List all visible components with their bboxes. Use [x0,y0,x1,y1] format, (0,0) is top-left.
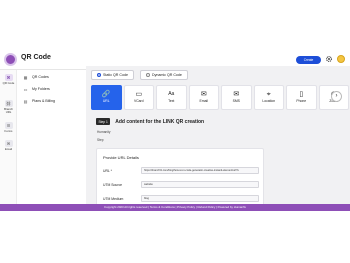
card-title: Provide URL Details [103,155,139,160]
qr-icon: ⌘ [4,74,13,81]
type-label: Text [168,99,175,103]
type-label: Email [199,99,208,103]
app-logo[interactable] [4,53,17,66]
url-details-card: Provide URL Details URL * https://branch… [96,148,264,211]
phone-icon: ▯ [299,91,304,98]
rail-item-qr-code[interactable]: ⌘ QR Code [1,74,16,85]
forms-icon: ☰ [4,122,13,129]
icon-rail: ⌘ QR Code ⛓ Branch URL ☰ Forms ✉ Email [0,70,17,211]
type-label: Phone [296,99,307,103]
step-header: Step 1 Add content for the LINK QR creat… [96,118,204,125]
sidebar-item-label: Plans & Billing [32,99,55,103]
type-vcard[interactable]: ▭ VCard [123,85,154,110]
rail-item-label: QR Code [2,81,15,85]
grid-icon: ▦ [23,74,28,80]
type-email[interactable]: ✉ Email [188,85,219,110]
rail-item-label: Branch URL [4,107,13,115]
page-title: QR Code [21,54,51,61]
email-icon: ✉ [4,140,13,147]
rail-item-label: Email [5,147,12,151]
utm-source-input[interactable]: website [141,181,259,188]
sidebar-item-plans-billing[interactable]: ▤ Plans & Billing [23,97,55,105]
rail-item-branch-url[interactable]: ⛓ Branch URL [1,100,16,114]
breadcrumb-step[interactable]: Step [97,138,104,142]
chevron-right-icon[interactable]: › [331,91,342,102]
folder-icon: ▭ [23,86,28,92]
rail-item-email[interactable]: ✉ Email [1,140,16,151]
step-title: Add content for the LINK QR creation [115,118,205,125]
utm-medium-input[interactable]: blog [141,195,259,202]
dynamic-qr-option[interactable]: Dynamic QR Code [139,70,188,80]
rail-item-label: Forms [4,129,13,133]
gear-icon[interactable] [325,55,333,63]
type-text[interactable]: Aa Text [156,85,187,110]
main-panel: Static QR Code Dynamic QR Code 🔗 URL ▭ V… [86,66,350,211]
type-location[interactable]: ⌖ Location [253,85,284,110]
type-label: URL [102,99,110,103]
option-label: Dynamic QR Code [151,73,182,77]
option-label: Static QR Code [103,73,128,77]
type-label: Location [262,99,276,103]
type-label: SMS [232,99,240,103]
sms-icon: ✉ [233,91,240,98]
utm-source-label: UTM Source [103,183,123,187]
url-label: URL * [103,169,112,173]
card-icon: ▤ [23,98,28,104]
sidebar-item-label: My Folders [32,87,50,91]
rail-item-forms[interactable]: ☰ Forms [1,122,16,133]
utm-medium-label: UTM Medium [103,197,124,201]
sidebar: ▦ QR Codes ▭ My Folders ▤ Plans & Billin… [18,70,84,211]
contact-card-icon: ▭ [135,91,143,98]
type-phone[interactable]: ▯ Phone [286,85,317,110]
url-input[interactable]: https://branch%.com/blog/how-to-in-code-… [141,167,259,174]
location-pin-icon: ⌖ [266,91,271,98]
breadcrumb-humanity[interactable]: Humanity [97,130,110,134]
content-type-list: 🔗 URL ▭ VCard Aa Text ✉ Email ✉ SMS ⌖ Lo… [91,85,349,110]
create-button[interactable]: Create [296,56,321,64]
static-qr-option[interactable]: Static QR Code [91,70,134,80]
step-badge: Step 1 [96,118,111,125]
sidebar-item-my-folders[interactable]: ▭ My Folders [23,85,50,93]
sidebar-item-label: QR Codes [32,75,49,79]
link-icon: 🔗 [101,91,111,98]
type-sms[interactable]: ✉ SMS [221,85,252,110]
radio-selected-icon [97,73,101,77]
radio-icon [145,73,150,77]
email-icon: ✉ [200,91,207,98]
footer: Copyright 2023 All rights reserved | Ter… [0,204,350,211]
text-icon: Aa [168,91,175,97]
type-url[interactable]: 🔗 URL [91,85,122,110]
link-icon: ⛓ [4,100,13,107]
avatar[interactable] [337,55,345,63]
qr-type-toggle: Static QR Code Dynamic QR Code [91,70,188,80]
sidebar-item-qr-codes[interactable]: ▦ QR Codes [23,73,49,81]
type-label: VCard [133,99,144,103]
